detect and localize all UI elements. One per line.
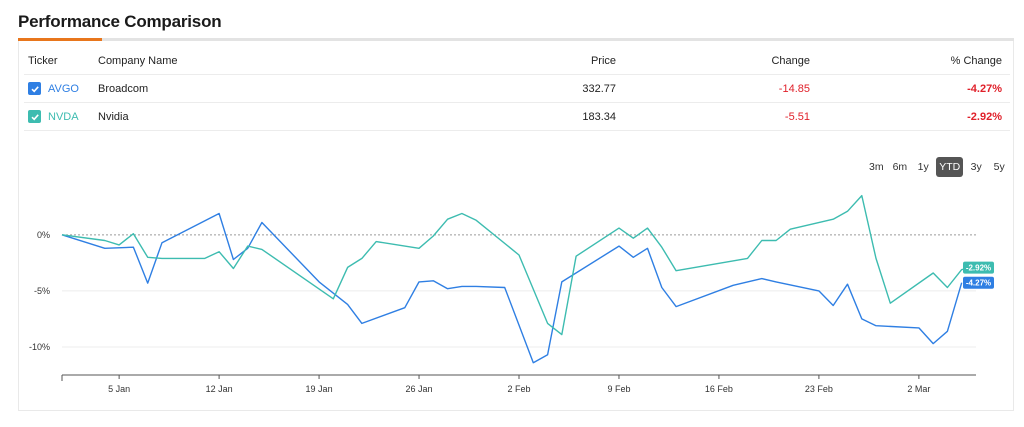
company-name: Nvidia	[98, 110, 129, 123]
ticker-label[interactable]: NVDA	[48, 111, 79, 123]
range-button-6m[interactable]: 6m	[890, 157, 911, 177]
table-row[interactable]: NVDA Nvidia 183.34 -5.51 -2.92%	[24, 103, 1010, 131]
col-ticker-header: Ticker	[28, 55, 58, 67]
pct-change-value: -4.27%	[967, 82, 1002, 95]
col-company-header: Company Name	[98, 55, 178, 67]
change-value: -5.51	[784, 110, 810, 123]
ticker-label[interactable]: AVGO	[48, 83, 79, 95]
pct-change-value: -2.92%	[967, 110, 1002, 123]
page-title: Performance Comparison	[18, 12, 222, 31]
time-range-selector: 3m 6m 1y YTD 3y 5y	[866, 157, 1009, 177]
table-row[interactable]: AVGO Broadcom 332.77 -14.85 -4.27%	[24, 75, 1010, 103]
price-value: 183.34	[582, 110, 616, 123]
price-value: 332.77	[582, 82, 616, 95]
checkmark-icon	[30, 85, 39, 92]
range-button-ytd[interactable]: YTD	[936, 157, 964, 177]
comparison-table: Ticker Company Name Price Change % Chang…	[24, 48, 1010, 131]
range-button-5y[interactable]: 5y	[989, 157, 1009, 177]
ticker-cell: AVGO	[28, 75, 79, 102]
company-name: Broadcom	[98, 82, 149, 95]
checkmark-icon	[30, 113, 39, 120]
col-change-header: Change	[771, 55, 810, 67]
series-checkbox-avgo[interactable]	[28, 82, 41, 95]
range-button-3y[interactable]: 3y	[966, 157, 986, 177]
table-header-row: Ticker Company Name Price Change % Chang…	[24, 48, 1010, 75]
col-pct-header: % Change	[950, 55, 1002, 67]
range-button-3m[interactable]: 3m	[866, 157, 887, 177]
series-checkbox-nvda[interactable]	[28, 110, 41, 123]
change-value: -14.85	[778, 82, 810, 95]
range-button-1y[interactable]: 1y	[913, 157, 933, 177]
col-price-header: Price	[590, 55, 616, 67]
ticker-cell: NVDA	[28, 103, 79, 130]
